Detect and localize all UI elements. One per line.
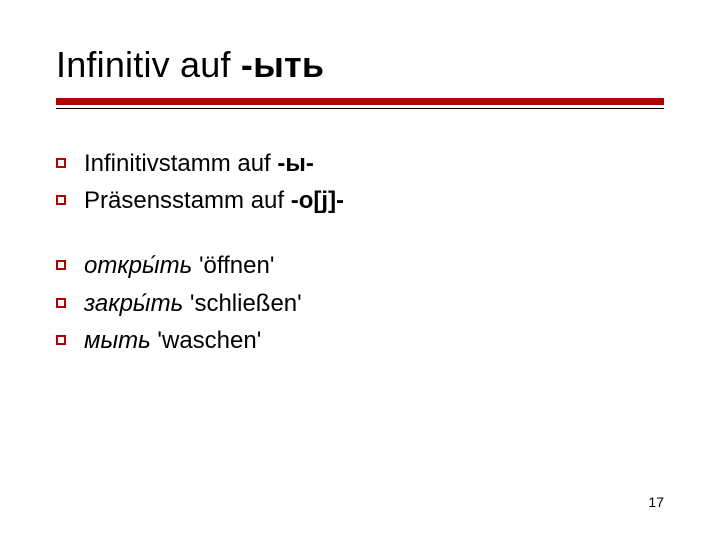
list-item: откры́ть 'öffnen' (56, 247, 664, 284)
list-item: Präsensstamm auf -o[j]- (56, 182, 664, 219)
bullet-square-icon (56, 298, 66, 308)
title-underline (56, 98, 664, 109)
bullet-square-icon (56, 335, 66, 345)
list-item: Infinitivstamm auf -ы- (56, 145, 664, 182)
text-gloss: 'schließen' (183, 290, 302, 317)
bullet-text: Präsensstamm auf -o[j]- (84, 182, 664, 219)
title-prefix: Infinitiv auf (56, 44, 241, 85)
page-number: 17 (648, 494, 664, 510)
bullet-square-icon (56, 260, 66, 270)
text-bold: -ы- (277, 150, 313, 177)
bullet-text: откры́ть 'öffnen' (84, 247, 664, 284)
text-gloss: 'öffnen' (192, 252, 274, 279)
bullet-text: мыть 'waschen' (84, 322, 664, 359)
bullet-text: закры́ть 'schließen' (84, 285, 664, 322)
bullet-square-icon (56, 158, 66, 168)
text-plain: Präsensstamm auf (84, 187, 291, 214)
text-gloss: 'waschen' (151, 327, 262, 354)
text-italic: мыть (84, 327, 151, 354)
red-rule (56, 98, 664, 105)
text-plain: Infinitivstamm auf (84, 150, 277, 177)
slide: Infinitiv auf -ыть Infinitivstamm auf -ы… (0, 0, 720, 540)
bullet-square-icon (56, 195, 66, 205)
bullet-text: Infinitivstamm auf -ы- (84, 145, 664, 182)
text-italic: закры́ть (84, 290, 183, 317)
text-bold: -o[j]- (291, 187, 344, 214)
title-bold: -ыть (241, 44, 324, 85)
slide-title: Infinitiv auf -ыть (56, 44, 664, 86)
bullet-group-2: откры́ть 'öffnen' закры́ть 'schließen' м… (56, 247, 664, 359)
list-item: закры́ть 'schließen' (56, 285, 664, 322)
bullet-group-1: Infinitivstamm auf -ы- Präsensstamm auf … (56, 145, 664, 219)
text-italic: откры́ть (84, 252, 192, 279)
thin-rule (56, 108, 664, 109)
list-item: мыть 'waschen' (56, 322, 664, 359)
